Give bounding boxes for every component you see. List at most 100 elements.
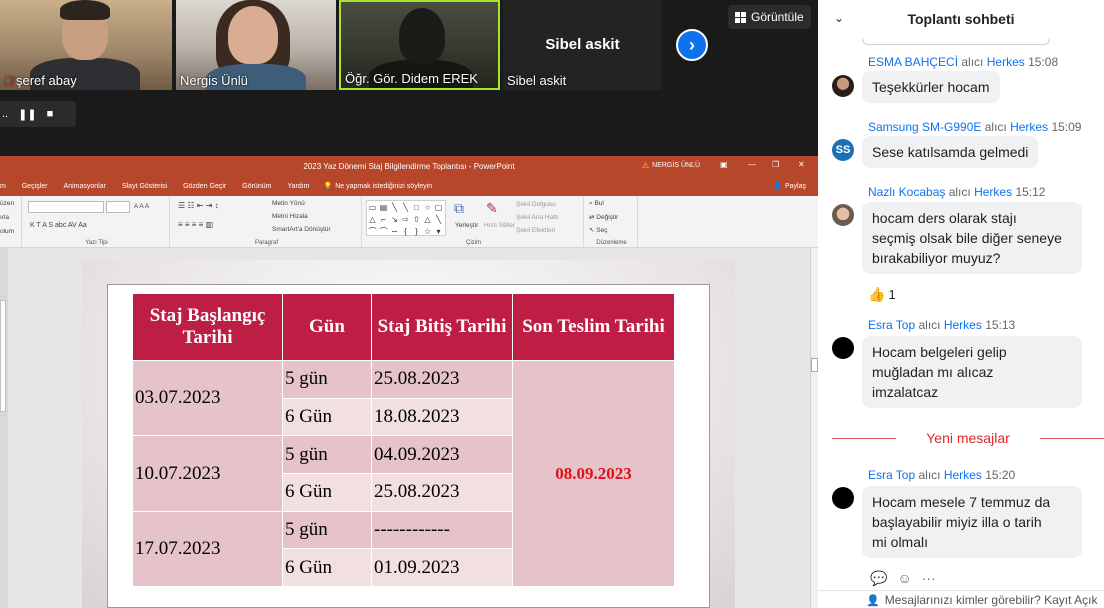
font-size-input[interactable] [106,201,130,213]
shape-icon[interactable]: ▤ [380,203,388,212]
shape-icon[interactable]: ⇨ [402,215,409,224]
video-tile-nergis[interactable]: Nergis Ünlü [176,0,336,90]
font-format-buttons[interactable]: K T A S abc AV Aa [30,222,87,229]
tab-home-partial[interactable]: m [0,183,14,190]
message-bubble[interactable]: Sese katılsamda gelmedi [862,136,1039,168]
tab-animations[interactable]: Animasyonlar [56,183,114,190]
recipient-word: alıcı [948,185,971,199]
slide-thumbnail[interactable] [0,300,6,412]
shape-icon[interactable]: ▢ [435,203,443,212]
shape-icon[interactable]: ⌒ [380,226,388,237]
text-direction-button[interactable]: Metin Yönü [272,200,305,207]
message-bubble[interactable]: Hocam mesele 7 temmuz da başlayabilir mi… [862,486,1082,558]
shape-icon[interactable]: { [404,227,407,236]
quick-styles-button[interactable]: Hızlı Stiller [484,222,515,229]
shape-icon[interactable]: ⇧ [413,215,420,224]
shape-icon[interactable]: △ [424,215,430,224]
font-name-input[interactable] [28,201,104,213]
ppt-user[interactable]: ⚠ NERGİS ÜNLÜ [642,161,700,170]
stop-share-button[interactable]: ■ [47,108,54,120]
shape-icon[interactable]: △ [369,215,375,224]
shape-icon[interactable]: ▾ [436,227,440,236]
search-icon: ⌕ [589,200,593,207]
ribbon-group-name: Çizim [466,240,481,246]
align-buttons-icon[interactable]: ≡ ≡ ≡ ≡ ▥ [178,220,213,229]
video-tile-sibel[interactable]: Sibel askit Sibel askit [503,0,662,90]
tab-help[interactable]: Yardım [279,183,317,190]
message-recipient[interactable]: Herkes [944,468,982,482]
slide-scrollbar[interactable] [810,248,818,608]
ribbon-item[interactable]: olum [0,228,14,235]
next-participants-button[interactable]: › [676,29,708,61]
message-sender[interactable]: Esra Top [868,468,915,482]
align-text-button[interactable]: Metni Hizala [272,213,308,220]
internship-dates-table[interactable]: Staj Başlangıç Tarihi Gün Staj Bitiş Tar… [132,293,675,588]
video-tile-seref[interactable]: 🎙̸ şeref abay [0,0,172,90]
participant-name: Öğr. Gör. Didem EREK [345,71,478,86]
pause-share-button[interactable]: ❚❚ [18,108,36,121]
shape-icon[interactable]: ╲ [392,203,397,212]
reply-icon[interactable]: 💬 [870,570,887,587]
shape-outline-button[interactable]: Şekil Ana Hattı [516,214,559,221]
message-sender[interactable]: Esra Top [868,318,915,332]
message-bubble[interactable]: Teşekkürler hocam [862,71,1000,103]
end-date-cell: 25.08.2023 [371,360,513,399]
shape-icon[interactable]: } [415,227,418,236]
tab-transitions[interactable]: Geçişler [14,183,56,190]
quick-styles-icon[interactable]: ✎ [486,200,498,217]
message-sender[interactable]: Samsung SM-G990E [868,120,981,134]
shape-icon[interactable]: ⌐ [381,215,386,224]
shape-icon[interactable]: ∽ [391,227,398,236]
share-more-button[interactable]: .. [2,108,8,120]
shape-icon[interactable]: ╲ [436,215,441,224]
minimize-icon[interactable]: — [748,160,756,169]
shape-icon[interactable]: ☆ [424,227,431,236]
arrange-icon[interactable]: ⧉ [454,200,464,217]
message-bubble[interactable]: Hocam belgeleri gelip muğladan mı alıcaz… [862,336,1082,408]
emoji-reaction-icon[interactable]: ☺ [897,570,911,587]
shapes-gallery[interactable]: ▭ ▤ ╲ ╲ □ ○ ▢ △ ⌐ ↘ ⇨ ⇧ △ ╲ ⌒ ⌒ ∽{} ☆ ▾ [366,200,446,236]
smartart-button[interactable]: SmartArt'a Dönüştür [272,226,331,233]
message-bubble[interactable]: hocam ders olarak stajı seçmiş olsak bil… [862,202,1082,274]
reaction-badge[interactable]: 👍 1 [868,286,896,303]
participant-name: Sibel askit [507,73,566,88]
message-recipient[interactable]: Herkes [944,318,982,332]
tab-view[interactable]: Görünüm [234,183,279,190]
message-recipient[interactable]: Herkes [974,185,1012,199]
message-sender[interactable]: ESMA BAHÇECİ [868,55,958,69]
close-icon[interactable]: ✕ [798,160,805,169]
slide[interactable]: Staj Başlangıç Tarihi Gün Staj Bitiş Tar… [107,284,710,608]
message-sender[interactable]: Nazlı Kocabaş [868,185,945,199]
more-options-icon[interactable]: ··· [922,570,936,587]
chevron-down-icon[interactable]: ⌄ [834,11,844,25]
ribbon-display-icon[interactable]: ▣ [720,160,728,169]
shape-icon[interactable]: ↘ [391,215,398,224]
shape-icon[interactable]: ⌒ [369,226,377,237]
slide-thumbnail-pane[interactable] [0,248,8,608]
maximize-icon[interactable]: ❐ [772,160,779,169]
shape-icon[interactable]: □ [414,203,419,212]
select-button[interactable]: ↖ Seç [589,226,607,234]
message-recipient[interactable]: Herkes [987,55,1025,69]
shape-effects-button[interactable]: Şekil Efektleri [516,227,555,234]
view-button[interactable]: Görüntüle [728,5,811,29]
ppt-share-button[interactable]: 👤 Paylaş [773,182,806,191]
tell-me-box[interactable]: 💡 Ne yapmak istediğinizi söyleyin [318,182,433,191]
shape-icon[interactable]: ╲ [403,203,408,212]
shape-fill-button[interactable]: Şekil Dolgusu [516,201,556,208]
tab-slideshow[interactable]: Slayt Gösterisi [114,183,175,190]
font-size-buttons[interactable]: A A A [134,203,149,210]
replace-button[interactable]: ⇄ Değiştir [589,213,618,221]
shape-icon[interactable]: ○ [425,203,430,212]
shape-icon[interactable]: ▭ [369,203,377,212]
ribbon-item[interactable]: üzen [0,200,14,207]
message-recipient[interactable]: Herkes [1010,120,1048,134]
tab-review[interactable]: Gözden Geçir [175,183,234,190]
video-tile-didem-active-speaker[interactable]: Öğr. Gör. Didem EREK [339,0,500,90]
list-buttons-icon[interactable]: ☰ ☷ ⇤ ⇥ ↕ [178,201,219,210]
find-button[interactable]: ⌕ Bul [589,200,604,208]
chat-visibility-info[interactable]: 👤 Mesajlarınızı kimler görebilir? Kayıt … [866,593,1097,607]
arrange-button[interactable]: Yerleştir [455,222,478,229]
scrollbar-thumb[interactable] [811,358,818,372]
ribbon-item[interactable]: ırla [0,214,9,221]
